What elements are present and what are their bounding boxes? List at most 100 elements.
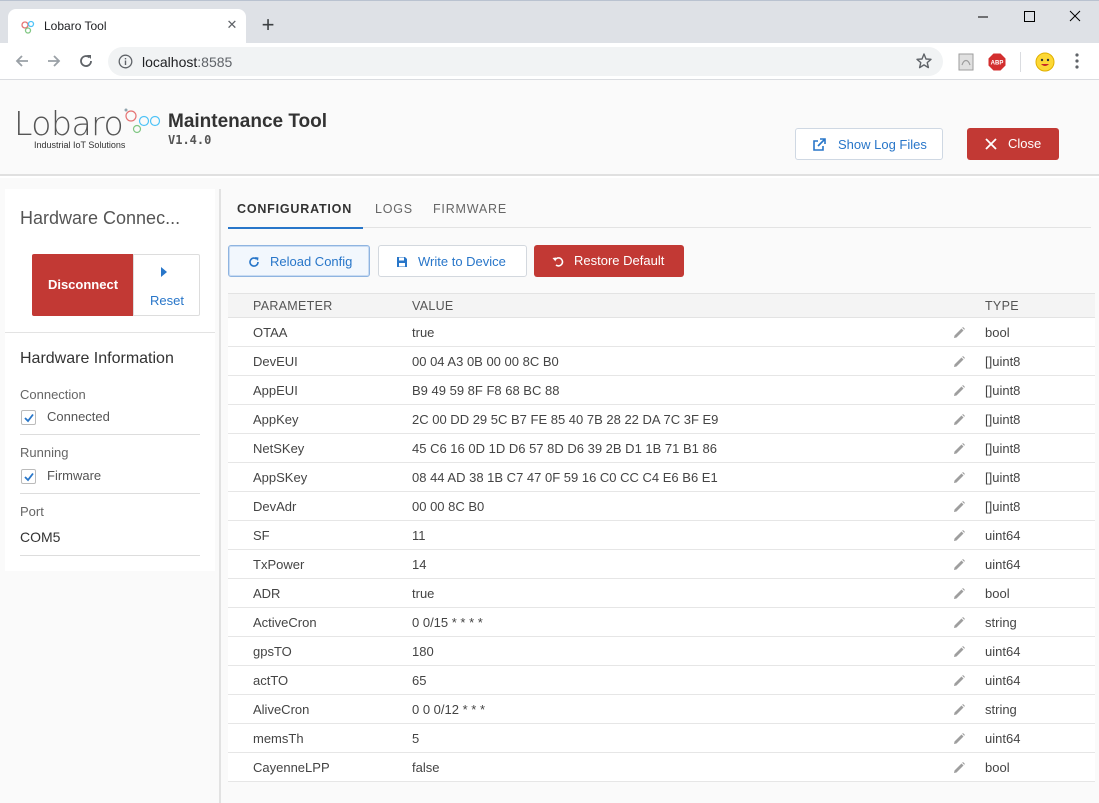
profile-avatar-icon[interactable]: [1035, 52, 1055, 72]
param-name: AppSKey: [253, 470, 308, 485]
pdf-extension-icon[interactable]: [957, 53, 975, 71]
pencil-edit-icon[interactable]: [952, 732, 966, 746]
param-type: uint64: [985, 528, 1021, 543]
reset-button[interactable]: Reset: [133, 254, 200, 316]
info-icon[interactable]: [118, 54, 133, 69]
table-row: OTAA true bool: [228, 318, 1095, 347]
pencil-edit-icon[interactable]: [952, 587, 966, 601]
tab-firmware[interactable]: FIRMWARE: [433, 202, 507, 216]
param-type: []uint8: [985, 441, 1021, 456]
reload-config-button[interactable]: Reload Config: [228, 245, 370, 277]
param-value[interactable]: 2C 00 DD 29 5C B7 FE 85 40 7B 28 22 DA 7…: [412, 412, 718, 427]
logo-subtitle: Industrial IoT Solutions: [34, 140, 126, 150]
back-arrow-icon[interactable]: [12, 51, 32, 71]
restore-default-button[interactable]: Restore Default: [534, 245, 684, 277]
param-type: string: [985, 702, 1017, 717]
param-name: DevEUI: [253, 354, 298, 369]
param-type: uint64: [985, 673, 1021, 688]
write-to-device-button[interactable]: Write to Device: [378, 245, 527, 277]
pencil-edit-icon[interactable]: [952, 761, 966, 775]
param-value[interactable]: 5: [412, 731, 419, 746]
minimize-button[interactable]: [960, 5, 1006, 29]
tab-logs[interactable]: LOGS: [375, 202, 413, 216]
table-header: PARAMETER VALUE TYPE: [228, 293, 1095, 318]
pencil-edit-icon[interactable]: [952, 616, 966, 630]
url-port: :8585: [197, 54, 233, 70]
param-value[interactable]: 0 0/15 * * * *: [412, 615, 483, 630]
param-name: NetSKey: [253, 441, 305, 456]
param-value[interactable]: 08 44 AD 38 1B C7 47 0F 59 16 C0 CC C4 E…: [412, 470, 718, 485]
port-value: COM5: [20, 529, 61, 545]
reload-icon[interactable]: [76, 51, 96, 71]
table-row: DevEUI 00 04 A3 0B 00 00 8C B0 []uint8: [228, 347, 1095, 376]
param-value[interactable]: 11: [412, 528, 426, 543]
pencil-edit-icon[interactable]: [952, 442, 966, 456]
close-button[interactable]: Close: [967, 128, 1059, 160]
param-type: []uint8: [985, 499, 1021, 514]
reset-label: Reset: [150, 293, 184, 308]
param-value[interactable]: 14: [412, 557, 426, 572]
table-row: gpsTO 180 uint64: [228, 637, 1095, 666]
param-type: uint64: [985, 557, 1021, 572]
address-bar[interactable]: localhost:8585: [108, 47, 943, 76]
app-title: Maintenance Tool: [168, 111, 328, 132]
header-value: VALUE: [412, 299, 454, 313]
bookmark-star-icon[interactable]: [915, 52, 933, 70]
new-tab-button[interactable]: +: [258, 14, 278, 36]
param-value[interactable]: B9 49 59 8F F8 68 BC 88: [412, 383, 559, 398]
browser-tab[interactable]: Lobaro Tool ✕: [8, 9, 246, 44]
running-value: Firmware: [47, 468, 102, 483]
param-name: AppEUI: [253, 383, 298, 398]
adblock-plus-icon[interactable]: ABP: [988, 53, 1006, 71]
pencil-edit-icon[interactable]: [952, 413, 966, 427]
param-value[interactable]: 180: [412, 644, 434, 659]
pencil-edit-icon[interactable]: [952, 703, 966, 717]
pencil-edit-icon[interactable]: [952, 645, 966, 659]
maximize-icon: [1024, 11, 1035, 22]
param-type: bool: [985, 325, 1010, 340]
pencil-edit-icon[interactable]: [952, 471, 966, 485]
tab-close-icon[interactable]: ✕: [224, 17, 240, 33]
param-value[interactable]: true: [412, 586, 434, 601]
pencil-edit-icon[interactable]: [952, 558, 966, 572]
param-value[interactable]: 0 0 0/12 * * *: [412, 702, 485, 717]
table-row: ActiveCron 0 0/15 * * * * string: [228, 608, 1095, 637]
lobaro-logo: Lobaro Industrial IoT Solutions: [14, 104, 161, 154]
pencil-edit-icon[interactable]: [952, 355, 966, 369]
param-value[interactable]: 45 C6 16 0D 1D D6 57 8D D6 39 2B D1 1B 7…: [412, 441, 717, 456]
info-divider: [20, 555, 200, 556]
param-value[interactable]: false: [412, 760, 439, 775]
disconnect-button[interactable]: Disconnect: [32, 254, 134, 316]
connection-value: Connected: [47, 409, 110, 424]
table-row: actTO 65 uint64: [228, 666, 1095, 695]
maximize-button[interactable]: [1006, 5, 1052, 29]
connection-label: Connection: [20, 387, 86, 402]
sidebar-splitter: [219, 189, 221, 803]
pencil-edit-icon[interactable]: [952, 500, 966, 514]
browser-menu-icon[interactable]: [1070, 51, 1084, 71]
table-row: SF 11 uint64: [228, 521, 1095, 550]
param-type: uint64: [985, 644, 1021, 659]
minimize-icon: [978, 16, 988, 18]
pencil-edit-icon[interactable]: [952, 326, 966, 340]
pencil-edit-icon[interactable]: [952, 529, 966, 543]
show-log-files-button[interactable]: Show Log Files: [795, 128, 943, 160]
param-value[interactable]: 65: [412, 673, 426, 688]
tab-configuration[interactable]: CONFIGURATION: [237, 202, 352, 216]
param-type: []uint8: [985, 354, 1021, 369]
param-value[interactable]: 00 00 8C B0: [412, 499, 484, 514]
param-type: []uint8: [985, 412, 1021, 427]
param-name: ActiveCron: [253, 615, 317, 630]
header-parameter: PARAMETER: [253, 299, 333, 313]
port-label: Port: [20, 504, 44, 519]
pencil-edit-icon[interactable]: [952, 384, 966, 398]
restore-default-label: Restore Default: [574, 253, 665, 268]
param-type: []uint8: [985, 383, 1021, 398]
forward-arrow-icon[interactable]: [44, 51, 64, 71]
sidebar-divider: [5, 332, 215, 333]
param-value[interactable]: true: [412, 325, 434, 340]
window-close-button[interactable]: [1052, 5, 1098, 29]
browser-tab-title: Lobaro Tool: [44, 19, 107, 33]
param-value[interactable]: 00 04 A3 0B 00 00 8C B0: [412, 354, 559, 369]
pencil-edit-icon[interactable]: [952, 674, 966, 688]
